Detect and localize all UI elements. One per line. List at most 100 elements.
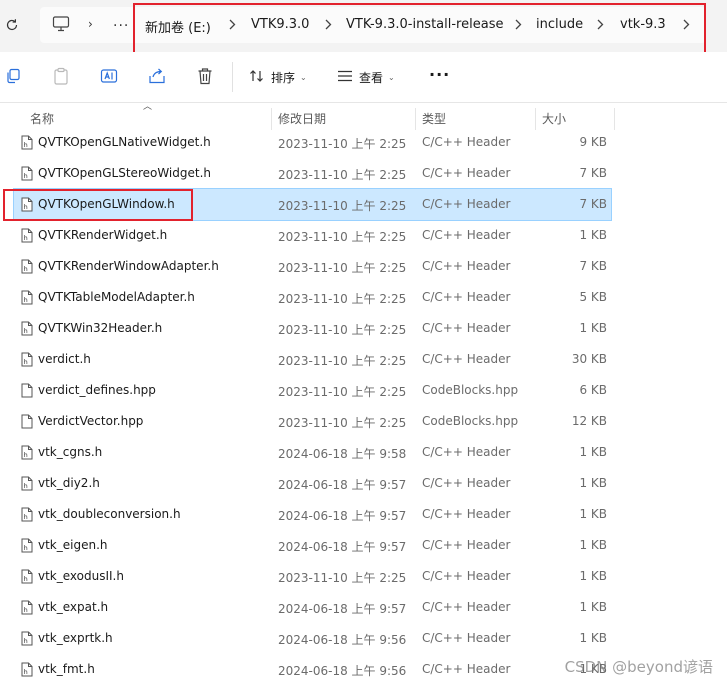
file-row[interactable]: h verdict.h 2023-11-10 上午 2:25 C/C++ Header… <box>14 344 611 375</box>
header-file-icon: h <box>21 166 33 181</box>
file-size: 6 KB <box>579 383 607 397</box>
file-row[interactable]: h vtk_expat.h 2024-06-18 上午 9:57 C/C++ Head… <box>14 592 611 623</box>
file-row[interactable]: verdict_defines.hpp 2023-11-10 上午 2:25 Cod… <box>14 375 611 406</box>
file-name: vtk_exodusII.h <box>38 569 124 583</box>
file-modified: 2023-11-10 上午 2:25 <box>278 168 407 182</box>
file-size: 1 KB <box>579 445 607 459</box>
delete-icon[interactable] <box>196 67 214 85</box>
file-modified: 2023-11-10 上午 2:25 <box>278 416 407 430</box>
chevron-right-icon[interactable]: › <box>88 17 93 31</box>
file-row[interactable]: h vtk_cgns.h 2024-06-18 上午 9:58 C/C++ Heade… <box>14 437 611 468</box>
file-type: C/C++ Header <box>422 135 511 149</box>
svg-text:h: h <box>24 544 28 552</box>
breadcrumb-item-current[interactable]: vtk-9.3 <box>620 17 666 32</box>
svg-text:h: h <box>24 296 28 304</box>
file-row[interactable]: h QVTKWin32Header.h 2023-11-10 上午 2:25 C/C+… <box>14 313 611 344</box>
file-row[interactable]: h vtk_doubleconversion.h 2024-06-18 上午 9:5… <box>14 499 611 530</box>
watermark: CSDN @beyond谚语 <box>564 658 713 676</box>
share-icon[interactable] <box>148 67 166 85</box>
file-type: C/C++ Header <box>422 352 511 366</box>
file-type: CodeBlocks.hpp <box>422 414 519 428</box>
svg-text:h: h <box>24 668 28 676</box>
breadcrumb-item-install[interactable]: VTK-9.3.0-install-release <box>346 17 503 32</box>
file-type: C/C++ Header <box>422 228 511 242</box>
address-bar[interactable]: › ... 新加卷 (E:) VTK9.3.0 VTK-9.3.0-instal… <box>40 7 706 43</box>
blank-file-icon <box>21 414 33 429</box>
file-row[interactable]: h QVTKOpenGLNativeWidget.h 2023-11-10 上午 2… <box>14 127 611 158</box>
file-name: vtk_diy2.h <box>38 476 100 490</box>
file-name: vtk_doubleconversion.h <box>38 507 181 521</box>
svg-text:h: h <box>24 265 28 273</box>
file-size: 1 KB <box>579 476 607 490</box>
file-row[interactable]: h vtk_fmt.h 2024-06-18 上午 9:56 C/C++ Header… <box>14 654 611 685</box>
header-file-icon: h <box>21 352 33 367</box>
file-name: QVTKOpenGLNativeWidget.h <box>38 135 211 149</box>
svg-text:h: h <box>24 172 28 180</box>
chevron-right-icon[interactable] <box>321 16 335 32</box>
chevron-right-icon[interactable] <box>511 16 525 32</box>
file-modified: 2023-11-10 上午 2:25 <box>278 354 407 368</box>
header-file-icon: h <box>21 600 33 615</box>
refresh-icon[interactable] <box>2 15 22 35</box>
chevron-right-icon[interactable] <box>225 16 239 32</box>
file-row[interactable]: h vtk_exprtk.h 2024-06-18 上午 9:56 C/C++ Hea… <box>14 623 611 654</box>
file-type: C/C++ Header <box>422 476 511 490</box>
command-bar: 排序 ⌄ 查看 ⌄ ··· <box>0 52 727 103</box>
file-row[interactable]: h vtk_eigen.h 2024-06-18 上午 9:57 C/C++ Head… <box>14 530 611 561</box>
breadcrumb-overflow-button[interactable]: ... <box>113 14 129 30</box>
file-type: C/C++ Header <box>422 662 511 676</box>
view-button[interactable]: 查看 ⌄ <box>337 67 395 87</box>
paste-icon[interactable] <box>52 67 70 85</box>
header-file-icon: h <box>21 662 33 677</box>
file-modified: 2024-06-18 上午 9:58 <box>278 447 407 461</box>
file-size: 1 KB <box>579 507 607 521</box>
file-modified: 2024-06-18 上午 9:56 <box>278 664 407 678</box>
file-modified: 2023-11-10 上午 2:25 <box>278 261 407 275</box>
header-file-icon: h <box>21 476 33 491</box>
file-modified: 2023-11-10 上午 2:25 <box>278 137 407 151</box>
file-row[interactable]: h QVTKRenderWidget.h 2023-11-10 上午 2:25 C/C… <box>14 220 611 251</box>
file-row[interactable]: h QVTKRenderWindowAdapter.h 2023-11-10 上午 … <box>14 251 611 282</box>
svg-text:h: h <box>24 141 28 149</box>
file-row[interactable]: h QVTKOpenGLStereoWidget.h 2023-11-10 上午 2… <box>14 158 611 189</box>
file-row[interactable]: h vtk_diy2.h 2024-06-18 上午 9:57 C/C++ Heade… <box>14 468 611 499</box>
header-file-icon: h <box>21 445 33 460</box>
header-file-icon: h <box>21 538 33 553</box>
chevron-right-icon[interactable] <box>679 16 693 32</box>
file-size: 7 KB <box>579 259 607 273</box>
svg-text:h: h <box>24 234 28 242</box>
this-pc-icon[interactable] <box>52 16 70 36</box>
svg-text:h: h <box>24 575 28 583</box>
file-name: vtk_expat.h <box>38 600 109 614</box>
toolbar-divider <box>232 62 233 92</box>
file-row[interactable]: h vtk_exodusII.h 2023-11-10 上午 2:25 C/C++ H… <box>14 561 611 592</box>
file-row[interactable]: h QVTKOpenGLWindow.h 2023-11-10 上午 2:25 C/C… <box>13 188 612 221</box>
header-file-icon: h <box>21 321 33 336</box>
sort-button[interactable]: 排序 ⌄ <box>249 67 307 87</box>
rename-icon[interactable] <box>100 67 118 85</box>
file-name: QVTKWin32Header.h <box>38 321 163 335</box>
file-type: C/C++ Header <box>422 507 511 521</box>
copy-icon[interactable] <box>4 67 22 85</box>
file-size: 1 KB <box>579 600 607 614</box>
svg-text:h: h <box>24 482 28 490</box>
more-options-button[interactable]: ··· <box>429 65 450 84</box>
breadcrumb-item-vtk[interactable]: VTK9.3.0 <box>251 17 309 32</box>
file-name: vtk_fmt.h <box>38 662 95 676</box>
svg-text:h: h <box>24 513 28 521</box>
file-row[interactable]: h QVTKTableModelAdapter.h 2023-11-10 上午 2:… <box>14 282 611 313</box>
svg-text:h: h <box>24 637 28 645</box>
breadcrumb-item-drive[interactable]: 新加卷 (E:) <box>145 17 211 36</box>
file-size: 1 KB <box>579 631 607 645</box>
chevron-right-icon[interactable] <box>593 16 607 32</box>
file-size: 1 KB <box>579 321 607 335</box>
file-row[interactable]: VerdictVector.hpp 2023-11-10 上午 2:25 CodeB… <box>14 406 611 437</box>
header-file-icon: h <box>21 631 33 646</box>
header-file-icon: h <box>21 259 33 274</box>
file-name: QVTKOpenGLStereoWidget.h <box>38 166 212 180</box>
file-type: C/C++ Header <box>422 166 511 180</box>
file-modified: 2023-11-10 上午 2:25 <box>278 385 407 399</box>
breadcrumb-item-include[interactable]: include <box>536 17 583 32</box>
chevron-down-icon: ⌄ <box>388 72 395 82</box>
sort-label: 排序 <box>271 70 296 85</box>
